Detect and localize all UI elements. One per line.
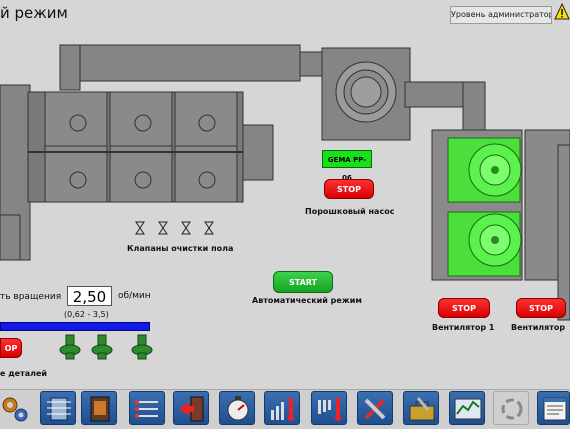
pump-stop-button[interactable]: STOP <box>324 179 374 199</box>
fan2-label: Вентилятор <box>511 323 566 332</box>
auto-start-button[interactable]: START <box>273 271 333 293</box>
speed-input[interactable]: 2,50 <box>67 286 112 306</box>
fan1-label: Вентилятор 1 <box>432 323 495 332</box>
exit-door-icon[interactable] <box>173 391 209 425</box>
gema-pump-indicator: GEMA PP-06 <box>322 150 372 182</box>
fan2-stop-button[interactable]: STOP <box>516 298 566 318</box>
temperature-up-icon[interactable] <box>264 391 300 425</box>
tools-icon[interactable] <box>357 391 393 425</box>
valves-label: Клапаны очистки пола <box>127 244 234 253</box>
speed-label: ть вращения <box>0 292 62 302</box>
cycle-icon[interactable] <box>493 391 529 425</box>
report-icon[interactable] <box>537 391 570 425</box>
temperature-down-icon[interactable] <box>311 391 347 425</box>
speed-range: (0,62 - 3,5) <box>64 310 109 319</box>
timer-icon[interactable] <box>219 391 255 425</box>
auto-mode-label: Автоматический режим <box>252 296 362 305</box>
pump-label: Порошковый насос <box>305 207 395 216</box>
trend-chart-icon[interactable] <box>449 391 485 425</box>
heater-icon[interactable] <box>129 391 165 425</box>
toolbox-icon[interactable] <box>403 391 439 425</box>
conveyor-bar <box>0 322 150 331</box>
cooling-unit-icon[interactable] <box>40 391 76 425</box>
oven-icon[interactable] <box>81 391 117 425</box>
parts-label: е деталей <box>0 369 48 378</box>
gears-icon[interactable] <box>0 391 30 425</box>
speed-unit: об/мин <box>118 291 151 301</box>
fan1-stop-button[interactable]: STOP <box>438 298 490 318</box>
conveyor-stop-button[interactable]: OP <box>0 338 22 358</box>
